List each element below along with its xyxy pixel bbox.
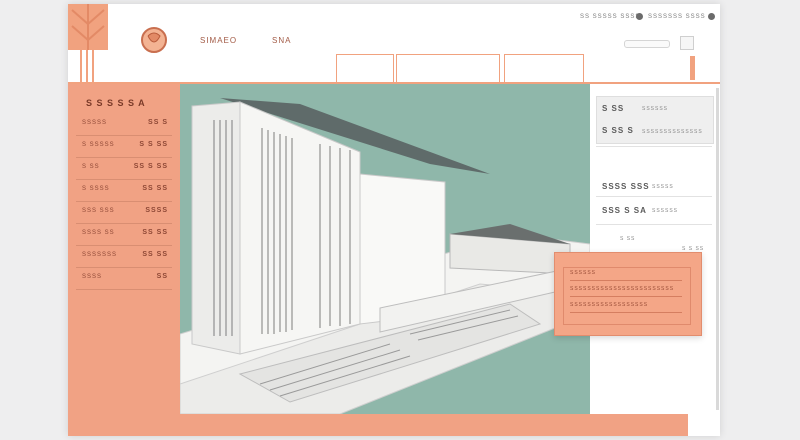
divider — [570, 312, 682, 313]
sidebar-item[interactable]: SSSSS SS S — [76, 116, 172, 136]
scroll-marker — [690, 56, 695, 80]
divider — [596, 196, 712, 197]
tab-1[interactable] — [336, 54, 394, 83]
panel-item-2[interactable]: S SS S — [602, 126, 634, 135]
sidebar-item-value: SS SS — [142, 229, 168, 236]
decor-line — [80, 50, 82, 82]
sidebar-item-label: SSSS — [82, 274, 103, 280]
info-popup[interactable]: SSSSSS SSSSSSSSSSSSSSSSSSSSSSSS SSSSSSSS… — [554, 252, 702, 336]
logo-badge[interactable] — [68, 4, 108, 50]
sidebar-item[interactable]: SSSSSSS SS SS — [76, 248, 172, 268]
divider — [76, 157, 172, 158]
sidebar-item[interactable]: SSS SSS SSSS — [76, 204, 172, 224]
sidebar-item-value: SS SS — [142, 185, 168, 192]
sidebar-item-label: SSSSSSS — [82, 252, 118, 258]
brand-logo-icon[interactable] — [140, 26, 168, 54]
divider — [596, 146, 712, 147]
divider — [596, 224, 712, 225]
sidebar-item-value: SS — [156, 273, 168, 280]
sidebar-item-value: SS S SS — [133, 163, 168, 170]
right-panel: S SS SSSSSS S SS S SSSSSSSSSSSSSS SSSS S… — [590, 84, 720, 414]
sidebar-item[interactable]: SSSS SS SS SS — [76, 226, 172, 246]
divider — [570, 280, 682, 281]
sidebar-item-label: SSSS SS — [82, 230, 115, 236]
sidebar-item-label: S SS — [82, 164, 100, 170]
sidebar-item[interactable]: SSSS SS — [76, 270, 172, 290]
sidebar-item-label: SSS SSS — [82, 208, 115, 214]
panel-item-1-detail: SSSSSS — [642, 106, 669, 112]
close-icon[interactable] — [708, 13, 715, 20]
sidebar: S S S S S A SSSSS SS S S SSSSS S S SS S … — [68, 84, 180, 436]
hexagon-pattern-icon — [71, 4, 105, 50]
divider — [76, 267, 172, 268]
divider — [76, 245, 172, 246]
sidebar-item-value: SSSS — [145, 207, 168, 214]
sidebar-heading: S S S S S A — [86, 98, 146, 108]
main-canvas[interactable] — [180, 84, 590, 414]
panel-item-3-detail: SSSSS — [652, 184, 674, 190]
nav-item-2[interactable]: SNA — [272, 36, 291, 45]
sidebar-item-label: SSSSS — [82, 120, 108, 126]
building-illustration — [180, 98, 590, 414]
panel-item-2-detail: SSSSSSSSSSSSSS — [642, 129, 703, 135]
sidebar-item-value: S S SS — [139, 141, 168, 148]
divider — [76, 135, 172, 136]
sidebar-item[interactable]: S SS SS S SS — [76, 160, 172, 180]
top-bar: SIMAEO SNA SS SSSSS SSSS SSSSSSS SSSS — [68, 4, 720, 86]
panel-item-1[interactable]: S SS — [602, 104, 624, 113]
panel-footer-left: S SS — [620, 236, 636, 242]
decor-line — [86, 50, 88, 82]
top-right-menu-1[interactable]: SS SSSSS SSSS — [580, 14, 640, 20]
divider — [76, 223, 172, 224]
panel-item-3[interactable]: SSSS SSS — [602, 182, 650, 191]
popup-inner-frame: SSSSSS SSSSSSSSSSSSSSSSSSSSSSSS SSSSSSSS… — [563, 267, 691, 325]
decor-line — [92, 50, 94, 82]
divider — [76, 201, 172, 202]
status-dot-icon — [636, 13, 643, 20]
divider — [570, 296, 682, 297]
popup-line-1: SSSSSSSSSSSSSSSSSSSSSSSS — [570, 286, 675, 292]
panel-item-4-detail: SSSSSS — [652, 208, 679, 214]
nav-item-1[interactable]: SIMAEO — [200, 36, 237, 45]
toggle-switch[interactable] — [624, 40, 670, 48]
popup-line-2: SSSSSSSSSSSSSSSSSS — [570, 302, 649, 308]
panel-item-4[interactable]: SSS S SA — [602, 206, 647, 215]
sidebar-item[interactable]: S SSSS SS SS — [76, 182, 172, 202]
tab-2[interactable] — [396, 54, 500, 83]
sidebar-item-value: SS S — [148, 119, 168, 126]
sidebar-item-label: S SSSS — [82, 186, 110, 192]
sidebar-item-label: S SSSSS — [82, 142, 115, 148]
divider — [76, 289, 172, 290]
bottom-strip — [68, 414, 688, 436]
top-right-menu-2[interactable]: SSSSSSS SSSS — [648, 14, 706, 20]
sidebar-item-value: SS SS — [142, 251, 168, 258]
scrollbar[interactable] — [716, 88, 719, 410]
divider — [76, 179, 172, 180]
tab-3[interactable] — [504, 54, 584, 83]
app-window: SIMAEO SNA SS SSSSS SSSS SSSSSSS SSSS S … — [68, 4, 720, 436]
expand-icon[interactable] — [680, 36, 694, 50]
popup-title: SSSSSS — [570, 270, 597, 276]
sidebar-item[interactable]: S SSSSS S S SS — [76, 138, 172, 158]
